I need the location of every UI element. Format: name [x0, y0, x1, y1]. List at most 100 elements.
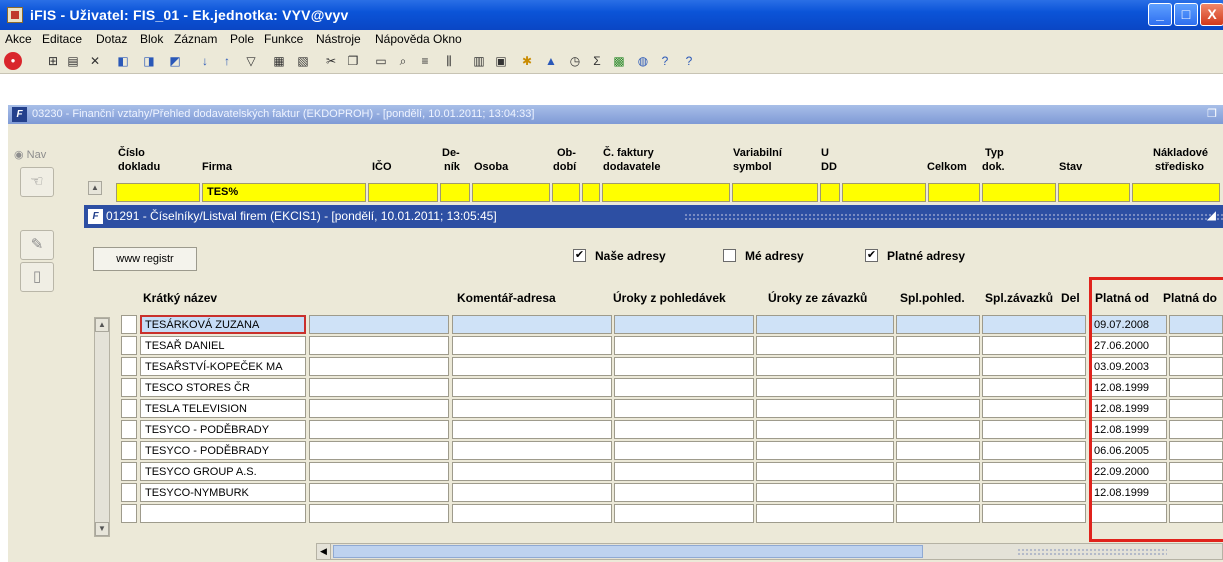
query-celkom-field[interactable]: [928, 183, 980, 202]
document-tool-icon[interactable]: ▯: [20, 262, 54, 292]
edit-tool-icon[interactable]: ✎: [20, 230, 54, 260]
uroky-z-pohledavek-cell[interactable]: [452, 399, 612, 418]
minimize-button[interactable]: _: [1148, 3, 1172, 26]
query-osoba-field[interactable]: [472, 183, 550, 202]
menu-napoveda[interactable]: Nápověda: [375, 32, 430, 46]
scroll-left-icon[interactable]: ◀: [317, 544, 331, 559]
del-cell[interactable]: [982, 462, 1086, 481]
komentar-adresa-cell[interactable]: [309, 315, 449, 334]
kratky-nazev-cell[interactable]: TESYCO GROUP A.S.: [140, 462, 306, 481]
record-selector[interactable]: [121, 378, 137, 397]
kratky-nazev-cell[interactable]: TESYCO - PODĚBRADY: [140, 420, 306, 439]
spl-pohled-cell[interactable]: [756, 441, 894, 460]
query-typ-field[interactable]: [982, 183, 1056, 202]
spl-pohled-cell[interactable]: [756, 462, 894, 481]
spl-zavazku-cell[interactable]: [896, 441, 980, 460]
find-icon[interactable]: ⌕: [394, 52, 412, 70]
inner-window-title-bar[interactable]: F 01291 - Číselníky/Listval firem (EKCIS…: [84, 205, 1223, 228]
uroky-z-pohledavek-cell[interactable]: [452, 336, 612, 355]
kratky-nazev-cell[interactable]: TESAŘSTVÍ-KOPEČEK MA: [140, 357, 306, 376]
komentar-adresa-cell[interactable]: [309, 420, 449, 439]
query-dd-field[interactable]: [842, 183, 926, 202]
horizontal-scrollbar[interactable]: ◀: [316, 543, 1223, 560]
menu-editace[interactable]: Editace: [42, 32, 82, 46]
spl-zavazku-cell[interactable]: [896, 378, 980, 397]
kratky-nazev-cell[interactable]: [140, 504, 306, 523]
query-obdobi-field[interactable]: [552, 183, 580, 202]
spl-zavazku-cell[interactable]: [896, 483, 980, 502]
menu-zaznam[interactable]: Záznam: [174, 32, 217, 46]
grid-vertical-scrollbar[interactable]: [94, 317, 110, 537]
copy-icon[interactable]: ❐: [344, 52, 362, 70]
spl-zavazku-cell[interactable]: [896, 336, 980, 355]
spl-pohled-cell[interactable]: [756, 336, 894, 355]
query-variabilni-symbol-field[interactable]: [732, 183, 818, 202]
uroky-z-pohledavek-cell[interactable]: [452, 378, 612, 397]
restore-icon[interactable]: ❐: [1207, 107, 1217, 120]
save-icon[interactable]: ▤: [64, 52, 82, 70]
help-icon[interactable]: ?: [680, 52, 698, 70]
query-firma-field[interactable]: TES%: [202, 183, 366, 202]
clock-icon[interactable]: ◷: [566, 52, 584, 70]
record-selector[interactable]: [121, 336, 137, 355]
spl-zavazku-cell[interactable]: [896, 462, 980, 481]
menu-akce[interactable]: Akce: [5, 32, 32, 46]
grid-scroll-up-icon[interactable]: ▲: [95, 318, 109, 332]
www-registr-button[interactable]: www registr: [93, 247, 197, 271]
del-cell[interactable]: [982, 357, 1086, 376]
kratky-nazev-cell[interactable]: TESCO STORES ČR: [140, 378, 306, 397]
spl-pohled-cell[interactable]: [756, 357, 894, 376]
maximize-button[interactable]: □: [1174, 3, 1198, 26]
pointer-tool-icon[interactable]: ☜: [20, 167, 54, 197]
spl-pohled-cell[interactable]: [756, 483, 894, 502]
star-icon[interactable]: ✱: [518, 52, 536, 70]
calc-icon[interactable]: ▣: [492, 52, 510, 70]
columns-icon[interactable]: ⫼: [440, 52, 458, 70]
spl-pohled-cell[interactable]: [756, 504, 894, 523]
record-selector[interactable]: [121, 399, 137, 418]
grid-scroll-down-icon[interactable]: ▼: [95, 522, 109, 536]
uroky-ze-zavazku-cell[interactable]: [614, 420, 754, 439]
kratky-nazev-cell[interactable]: TESÁRKOVÁ ZUZANA: [140, 315, 306, 334]
query-u-field[interactable]: [820, 183, 840, 202]
outer-window-title-bar[interactable]: F 03230 - Finanční vztahy/Přehled dodava…: [8, 105, 1223, 124]
sort-asc-icon[interactable]: ↓: [196, 52, 214, 70]
filter-icon[interactable]: ▽: [242, 52, 260, 70]
cut-icon[interactable]: ✂: [322, 52, 340, 70]
resize-icon[interactable]: ◢: [1207, 208, 1216, 222]
print-icon[interactable]: ▦: [270, 52, 288, 70]
del-cell[interactable]: [982, 315, 1086, 334]
uroky-z-pohledavek-cell[interactable]: [452, 441, 612, 460]
grid-icon[interactable]: ▩: [610, 52, 628, 70]
record-selector[interactable]: [121, 462, 137, 481]
globe-icon[interactable]: ◍: [634, 52, 652, 70]
uroky-z-pohledavek-cell[interactable]: [452, 483, 612, 502]
spl-pohled-cell[interactable]: [756, 399, 894, 418]
uroky-ze-zavazku-cell[interactable]: [614, 336, 754, 355]
del-cell[interactable]: [982, 504, 1086, 523]
query-stredisko-field[interactable]: [1132, 183, 1220, 202]
uroky-ze-zavazku-cell[interactable]: [614, 315, 754, 334]
list-icon[interactable]: ≡: [416, 52, 434, 70]
del-cell[interactable]: [982, 378, 1086, 397]
komentar-adresa-cell[interactable]: [309, 504, 449, 523]
cancel-query-icon[interactable]: ◩: [166, 52, 184, 70]
record-selector[interactable]: [121, 315, 137, 334]
print-preview-icon[interactable]: ▧: [294, 52, 312, 70]
query-cislo-field[interactable]: [116, 183, 200, 202]
scroll-up-icon[interactable]: ▲: [88, 181, 102, 195]
query-denik-field[interactable]: [440, 183, 470, 202]
spl-pohled-cell[interactable]: [756, 378, 894, 397]
window-title-bar[interactable]: iFIS - Uživatel: FIS_01 - Ek.jednotka: V…: [0, 0, 1223, 30]
spl-pohled-cell[interactable]: [756, 315, 894, 334]
stop-icon[interactable]: ●: [4, 52, 22, 70]
record-selector[interactable]: [121, 504, 137, 523]
sort-desc-icon[interactable]: ↑: [218, 52, 236, 70]
nase-adresy-checkbox[interactable]: ✔: [573, 249, 586, 262]
spl-zavazku-cell[interactable]: [896, 315, 980, 334]
spl-zavazku-cell[interactable]: [896, 357, 980, 376]
platne-adresy-checkbox[interactable]: ✔: [865, 249, 878, 262]
komentar-adresa-cell[interactable]: [309, 399, 449, 418]
uroky-z-pohledavek-cell[interactable]: [452, 504, 612, 523]
spl-pohled-cell[interactable]: [756, 420, 894, 439]
